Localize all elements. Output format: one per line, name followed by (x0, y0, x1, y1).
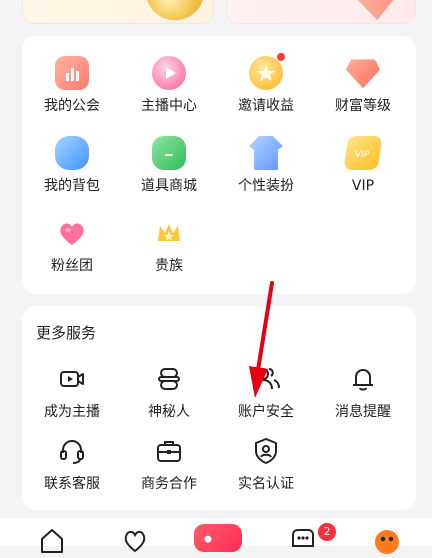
annotation-arrow (249, 281, 274, 398)
bottom-tab-bar (0, 518, 432, 554)
live-icon[interactable] (194, 524, 242, 552)
heart-icon[interactable] (121, 526, 149, 553)
home-icon[interactable] (38, 526, 66, 553)
avatar-icon[interactable] (373, 526, 401, 554)
message-badge: 2 (318, 523, 336, 541)
message-icon[interactable] (289, 526, 317, 548)
